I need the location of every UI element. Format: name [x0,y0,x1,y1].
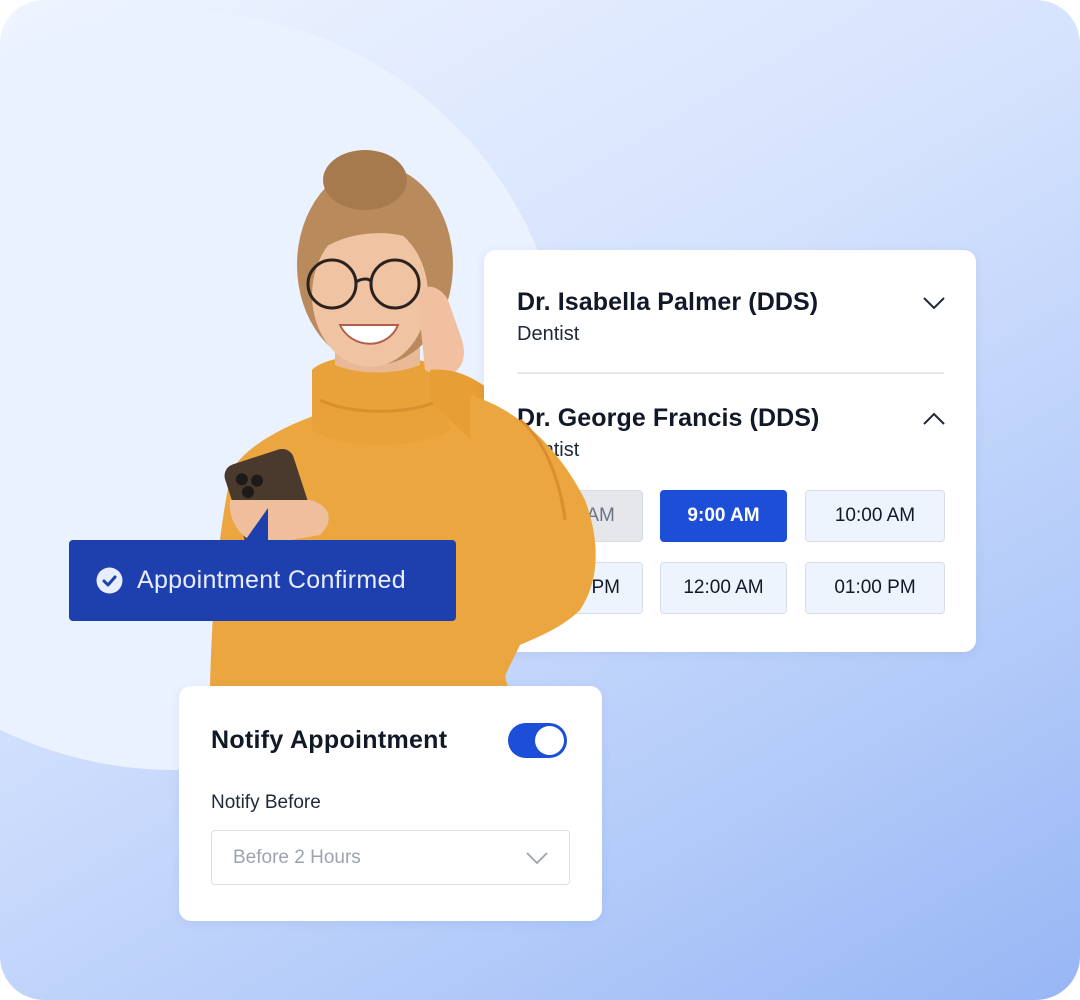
notify-title: Notify Appointment [211,726,448,754]
time-slot-label: 10:00 AM [834,505,916,526]
chevron-up-icon[interactable] [922,412,946,426]
confirmation-text: Appointment Confirmed [137,566,406,594]
doctor-name: Dr. Isabella Palmer (DDS) [517,288,819,316]
doctor-role: Dentist [517,439,580,461]
time-slot-label: 01:00 PM [834,577,916,598]
time-slot-label: 9:00 AM [687,505,760,526]
doctor-role: Dentist [517,323,580,345]
notify-before-value: Before 2 Hours [233,846,361,868]
divider [517,372,944,374]
doctor-item[interactable]: Dr. Isabella Palmer (DDS) Dentist [517,288,946,346]
time-slot[interactable]: 12:00 AM [660,562,787,614]
notify-before-select[interactable]: Before 2 Hours [211,830,570,885]
time-slot[interactable]: 8:00 AM [517,490,643,542]
doctor-list-card: Dr. Isabella Palmer (DDS) Dentist Dr. Ge… [484,250,976,652]
raised-hand [418,286,464,378]
time-slot[interactable]: 01:00 PM [805,562,945,614]
notify-before-label: Notify Before [211,792,321,813]
time-slot[interactable]: 11:00 PM [517,562,643,614]
appointment-confirmed-banner: Appointment Confirmed [69,540,456,621]
doctor-item[interactable]: Dr. George Francis (DDS) Dentist [517,404,946,462]
notify-toggle[interactable] [508,723,567,758]
toggle-knob [535,726,564,755]
chevron-down-icon[interactable] [922,296,946,310]
time-slot[interactable]: 10:00 AM [805,490,945,542]
banner-pointer [244,508,268,542]
time-slot-selected[interactable]: 9:00 AM [660,490,787,542]
hero-background: Dr. Isabella Palmer (DDS) Dentist Dr. Ge… [0,0,1080,1000]
notify-card: Notify Appointment Notify Before Before … [179,686,602,921]
time-slot-label: 8:00 AM [545,505,615,526]
doctor-name: Dr. George Francis (DDS) [517,404,820,432]
time-slot-label: 11:00 PM [540,577,620,598]
time-slot-label: 12:00 AM [683,577,764,598]
check-circle-icon [96,567,123,594]
chevron-down-icon [526,851,548,864]
